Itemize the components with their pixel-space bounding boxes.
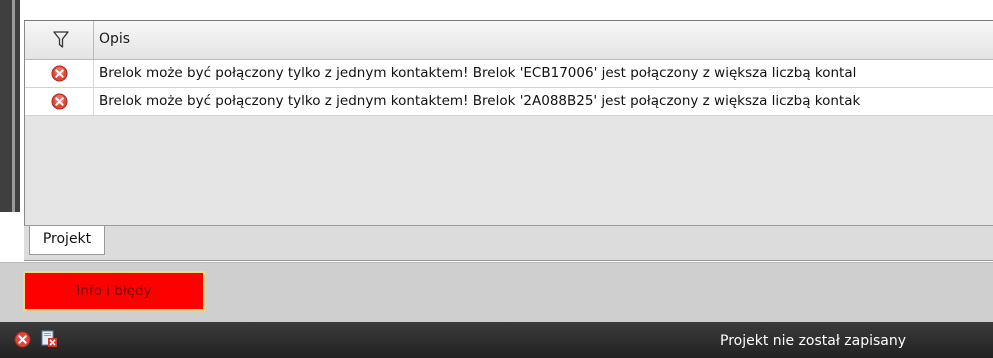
error-icon[interactable] — [14, 331, 31, 348]
row-description: Brelok może być połączony tylko z jednym… — [99, 93, 861, 109]
info-errors-button[interactable]: Info i błędy — [23, 271, 205, 311]
tab-projekt[interactable]: Projekt — [29, 226, 105, 255]
grid-header: Opis — [25, 21, 993, 60]
filter-header-cell[interactable] — [25, 21, 94, 59]
window-frame-left — [0, 0, 20, 212]
row-icon-cell — [25, 88, 94, 115]
messages-grid: Opis Brelok może być połączony tylko z j… — [24, 20, 993, 225]
error-icon — [51, 65, 68, 82]
filter-icon[interactable] — [53, 31, 69, 49]
frame-border — [12, 0, 15, 212]
error-icon — [51, 93, 68, 110]
table-row[interactable]: Brelok może być połączony tylko z jednym… — [25, 60, 993, 88]
table-row[interactable]: Brelok może być połączony tylko z jednym… — [25, 88, 993, 116]
status-message: Projekt nie został zapisany — [720, 333, 907, 349]
tab-strip: Projekt — [24, 225, 993, 261]
info-panel: Info i błędy — [0, 262, 993, 323]
row-description: Brelok może być połączony tylko z jednym… — [99, 65, 857, 81]
column-header-description[interactable]: Opis — [99, 31, 130, 47]
row-icon-cell — [25, 60, 94, 87]
status-bar: Projekt nie został zapisany — [0, 322, 993, 358]
document-error-icon[interactable] — [40, 330, 58, 348]
